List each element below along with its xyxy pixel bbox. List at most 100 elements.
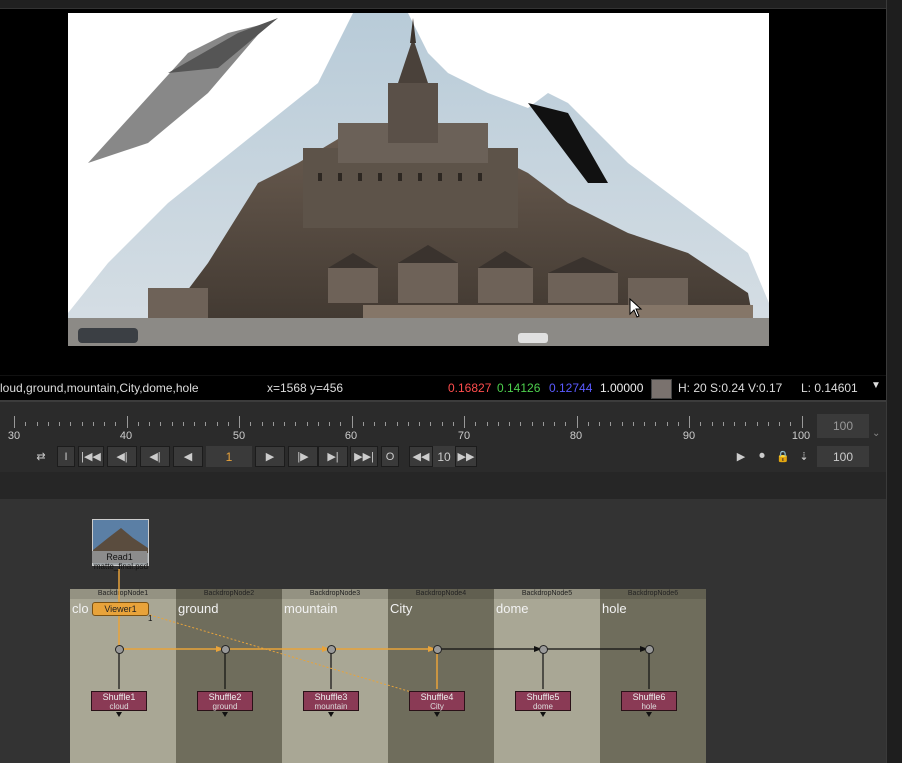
timeline-tick — [497, 422, 499, 426]
red-value: 0.16827 — [448, 381, 492, 395]
timeline-tick — [239, 416, 240, 428]
timeline-tick — [149, 422, 150, 426]
in-point-button[interactable]: I — [57, 446, 75, 467]
last-frame-button[interactable]: ▶▶| — [350, 446, 378, 467]
timeline-tick — [475, 422, 477, 426]
right-scroll-rail[interactable] — [886, 0, 902, 763]
prev-keyframe-button[interactable]: ◀| — [107, 446, 137, 467]
timeline-tick — [430, 422, 432, 426]
next-keyframe-button[interactable]: ▶| — [318, 446, 348, 467]
output-arrow-icon — [646, 712, 652, 717]
end-frame-field[interactable]: 100 — [817, 414, 869, 438]
info-menu-arrow-icon[interactable]: ▼ — [871, 380, 881, 391]
timeline-expand-icon[interactable]: ⌄ — [872, 428, 880, 439]
first-frame-button[interactable]: |◀◀ — [78, 446, 104, 467]
step-forward-button[interactable]: ▶▶ — [455, 446, 477, 467]
luminance-value: L: 0.14601 — [801, 381, 858, 395]
dot-node[interactable] — [115, 645, 124, 654]
node-graph[interactable]: BackdropNode1 clo BackdropNode2 ground B… — [0, 499, 886, 763]
dot-node[interactable] — [433, 645, 442, 654]
timeline-tick — [171, 422, 173, 426]
range-icon[interactable]: ⇣ — [795, 446, 813, 467]
dot-node[interactable] — [645, 645, 654, 654]
timeline-tick — [779, 422, 780, 426]
shuffle-name: Shuffle2 — [208, 692, 242, 702]
shuffle-node[interactable]: Shuffle5 dome — [515, 691, 571, 711]
tick-label: 40 — [119, 430, 133, 442]
timeline-tick — [554, 422, 555, 426]
timeline-tick — [261, 422, 263, 426]
lock-icon[interactable]: 🔒 — [774, 446, 792, 467]
shuffle-node[interactable]: Shuffle1 cloud — [91, 691, 147, 711]
prev-frame-button[interactable]: ◀| — [140, 446, 170, 467]
shuffle-node[interactable]: Shuffle3 mountain — [303, 691, 359, 711]
timeline-tick — [756, 422, 758, 426]
timeline-tick — [621, 422, 623, 426]
shuffle-name: Shuffle4 — [420, 692, 454, 702]
flipbook-icon[interactable]: ▶ — [732, 446, 750, 467]
timeline-tick — [632, 422, 634, 426]
timeline-tick — [509, 422, 510, 426]
panel-divider — [0, 472, 886, 500]
timeline-tick — [250, 422, 252, 426]
dot-node[interactable] — [539, 645, 548, 654]
timeline-tick — [59, 422, 60, 426]
timeline-tick — [216, 422, 218, 426]
timeline-tick — [306, 422, 308, 426]
shuffle-sub: cloud — [109, 702, 129, 711]
play-forward-button[interactable]: ▶ — [255, 446, 285, 467]
tick-label: 90 — [682, 430, 696, 442]
timeline-tick — [711, 422, 713, 426]
color-swatch — [651, 379, 672, 399]
dot-node[interactable] — [327, 645, 336, 654]
output-arrow-icon — [116, 712, 122, 717]
timeline-tick — [542, 422, 544, 426]
play-backward-button[interactable]: ◀ — [173, 446, 203, 467]
timeline-tick — [104, 422, 105, 426]
timeline-panel[interactable]: 30 40 50 60 70 80 90 100 100 ⌄ ⇄ I |◀◀ ◀… — [0, 400, 886, 474]
castle-matte-image — [68, 13, 769, 346]
green-value: 0.14126 — [497, 381, 541, 395]
timeline-tick — [362, 422, 364, 426]
output-arrow-icon — [434, 712, 440, 717]
current-frame-field[interactable]: 1 — [206, 446, 252, 467]
timeline-tick — [610, 422, 612, 426]
out-point-button[interactable]: O — [381, 446, 399, 467]
timeline-tick — [25, 422, 27, 426]
timeline-tick — [745, 422, 747, 426]
timeline-tick — [419, 422, 420, 426]
timeline-tick — [587, 422, 589, 426]
shuffle-node[interactable]: Shuffle2 ground — [197, 691, 253, 711]
timeline-tick — [340, 422, 342, 426]
end-frame-field-bottom[interactable]: 100 — [817, 446, 869, 467]
timeline-tick — [205, 422, 207, 426]
timeline-tick — [565, 422, 567, 426]
timeline-tick — [396, 422, 398, 426]
viewer-node[interactable]: Viewer1 — [92, 602, 149, 616]
timeline-tick — [47, 422, 49, 426]
output-arrow-icon — [222, 712, 228, 717]
shuffle-sub: ground — [212, 702, 238, 711]
viewer-top-strip — [0, 0, 886, 9]
step-field[interactable]: 10 — [433, 446, 455, 467]
timeline-tick — [272, 422, 274, 426]
playback-mode-icon[interactable]: ⇄ — [28, 446, 54, 467]
record-icon[interactable]: ⏺ — [753, 446, 771, 467]
timeline-tick — [329, 422, 330, 426]
timeline-tick — [689, 416, 690, 428]
dot-node[interactable] — [221, 645, 230, 654]
shuffle-sub: dome — [532, 702, 553, 711]
timeline-tick — [407, 422, 409, 426]
timeline-tick — [666, 422, 668, 426]
mouse-cursor-icon — [629, 298, 643, 318]
viewer-image[interactable] — [68, 13, 769, 346]
timeline-tick — [126, 416, 128, 428]
next-frame-button[interactable]: |▶ — [288, 446, 318, 467]
shuffle-node[interactable]: Shuffle4 City — [409, 691, 465, 711]
viewer-panel[interactable] — [0, 0, 886, 375]
timeline-tick — [441, 422, 443, 426]
tick-label: 70 — [457, 430, 471, 442]
timeline-tick — [677, 422, 679, 426]
step-back-button[interactable]: ◀◀ — [409, 446, 433, 467]
shuffle-node[interactable]: Shuffle6 hole — [621, 691, 677, 711]
